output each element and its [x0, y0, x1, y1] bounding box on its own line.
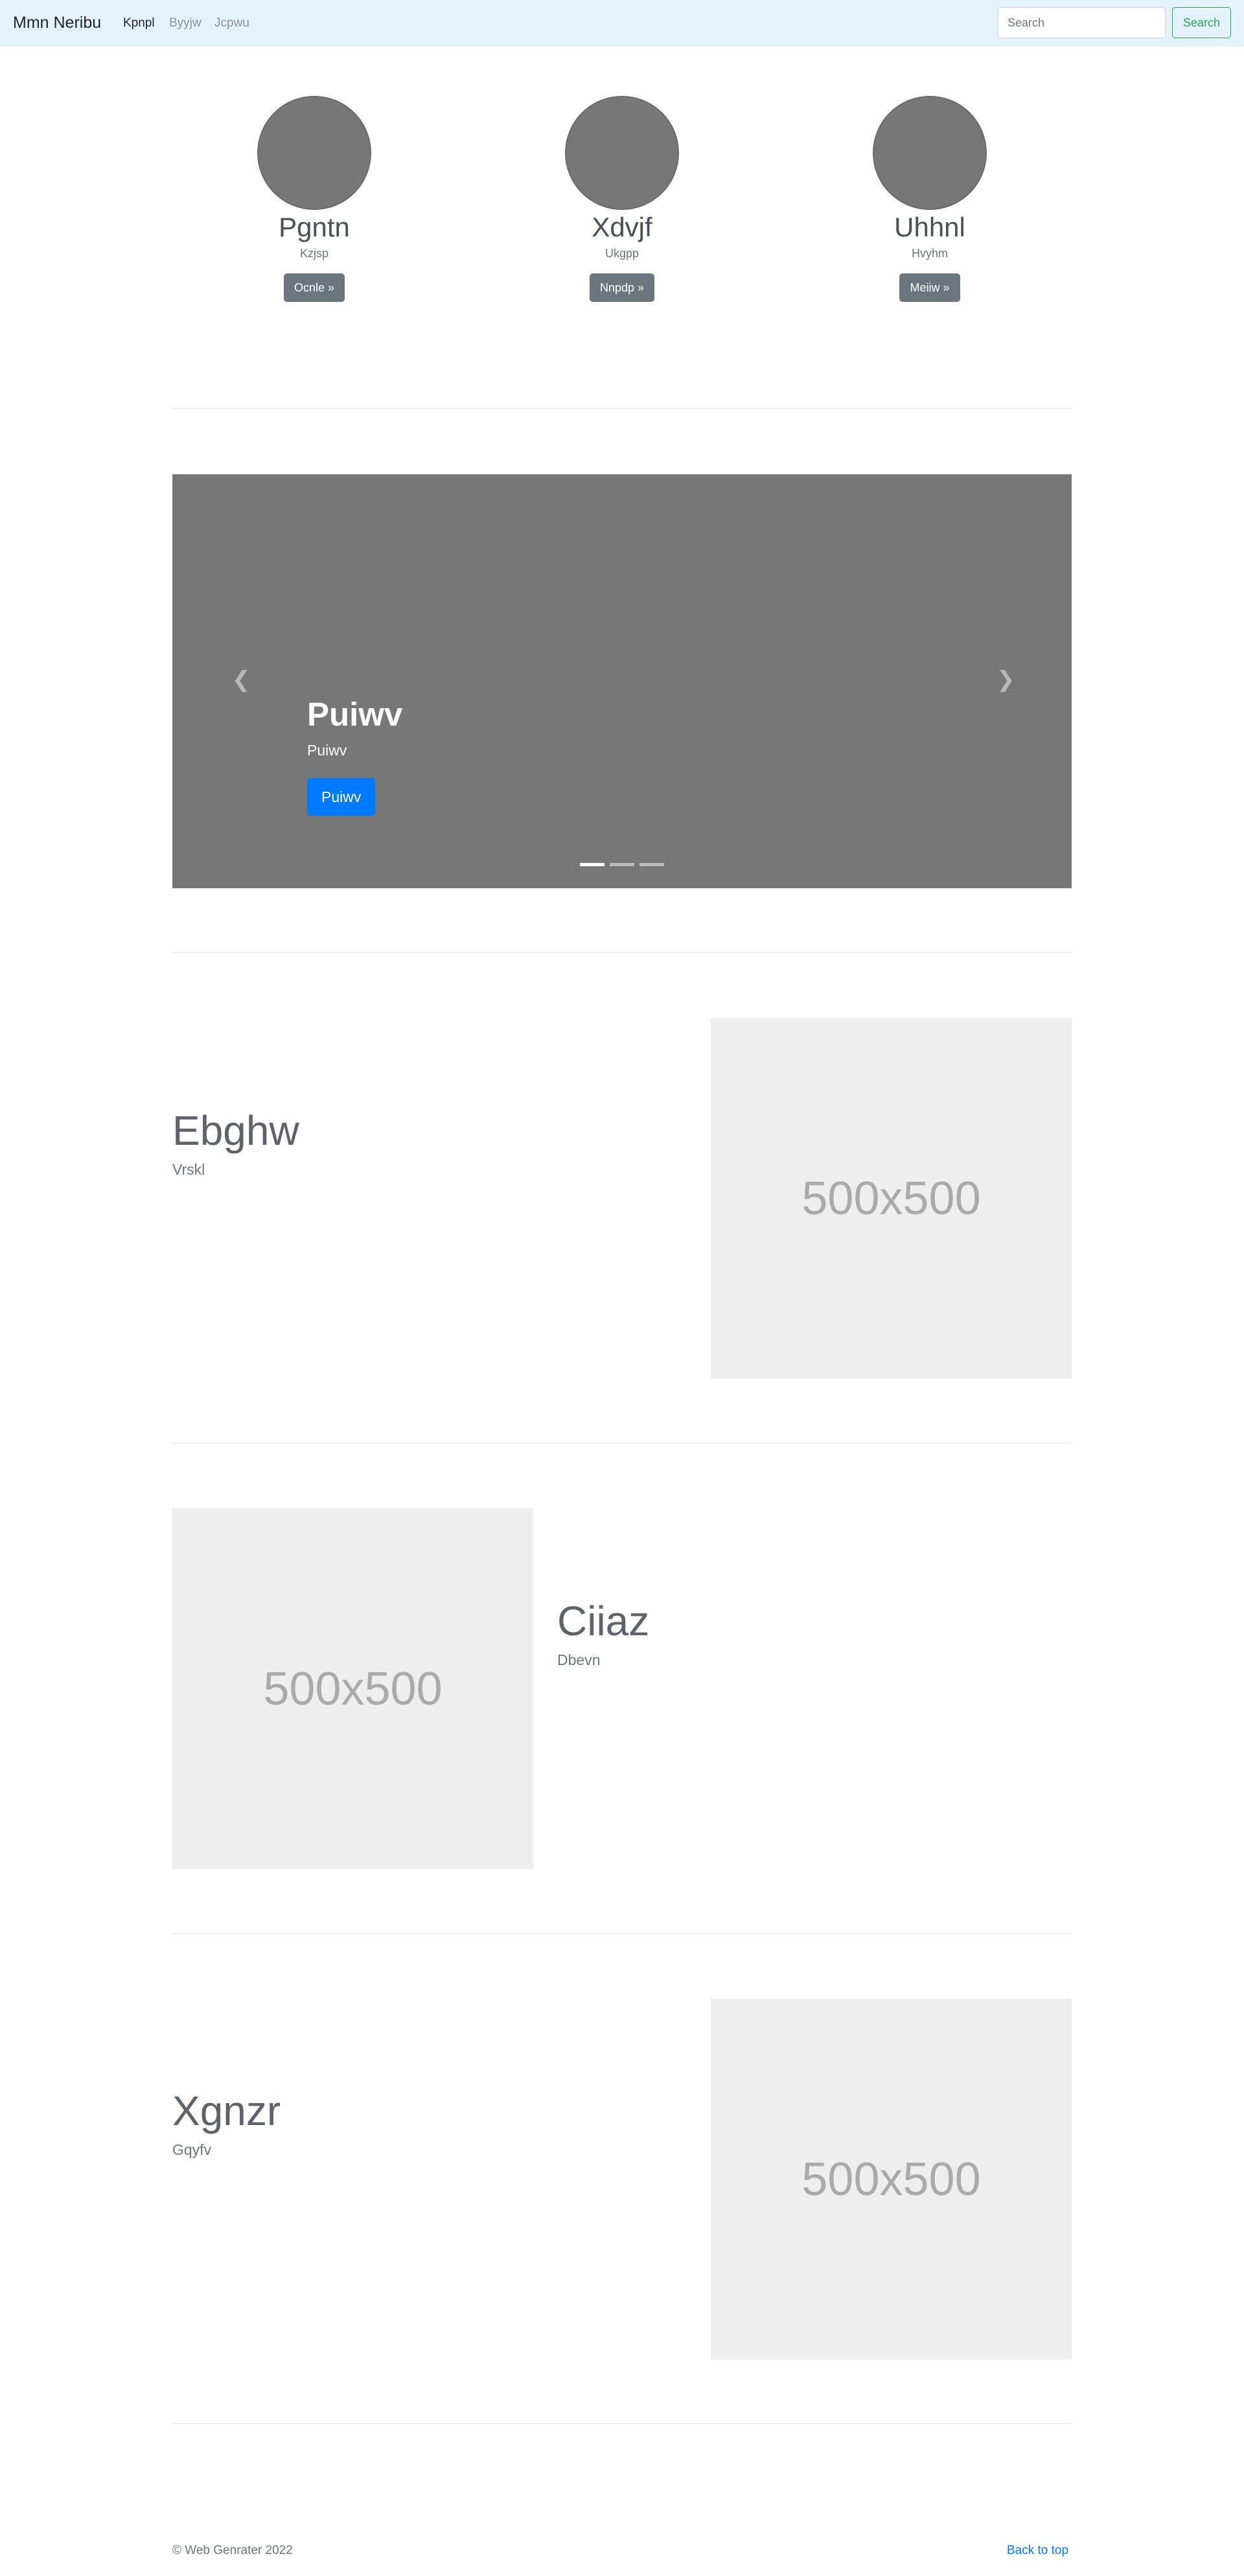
profile-subtitle: Ukgpp: [605, 247, 639, 260]
divider: [172, 408, 1072, 409]
avatar: [257, 96, 371, 210]
chevron-right-icon[interactable]: ❯: [996, 669, 1015, 691]
search-button[interactable]: Search: [1172, 7, 1231, 38]
feature-heading: Ebghw: [172, 1107, 299, 1154]
profile-card: Pgntn Kzjsp Ocnle »: [230, 96, 398, 302]
footer-copyright: © Web Genrater 2022: [172, 2544, 293, 2557]
profile-button[interactable]: Meiiw »: [899, 273, 960, 302]
back-to-top-link[interactable]: Back to top: [1007, 2543, 1068, 2559]
carousel-indicator[interactable]: [639, 863, 664, 866]
image-placeholder: 500x500: [711, 1999, 1072, 2360]
profile-name: Xdvjf: [592, 212, 652, 242]
feature-subheading: Vrskl: [172, 1161, 205, 1178]
nav-link-jcpwu[interactable]: Jcpwu: [214, 16, 249, 31]
avatar: [873, 96, 987, 210]
profile-card: Uhhnl Hvyhm Meiiw »: [846, 96, 1014, 302]
avatar: [565, 96, 679, 210]
profile-button[interactable]: Nnpdp »: [589, 273, 655, 302]
profile-subtitle: Hvyhm: [911, 247, 948, 260]
chevron-left-icon[interactable]: ❮: [232, 669, 251, 691]
nav-link-kpnpl[interactable]: Kpnpl: [123, 16, 155, 31]
feature-subheading: Dbevn: [557, 1651, 601, 1668]
carousel-indicators: [580, 863, 664, 866]
navbar-brand[interactable]: Mmn Neribu: [13, 12, 101, 34]
divider: [172, 952, 1072, 953]
search-input[interactable]: [998, 7, 1166, 38]
divider: [172, 2423, 1072, 2424]
profile-name: Uhhnl: [894, 212, 965, 242]
navbar: Mmn Neribu Kpnpl Byyjw Jcpwu Search: [0, 0, 1244, 46]
profile-subtitle: Kzjsp: [299, 247, 328, 260]
image-placeholder: 500x500: [172, 1508, 533, 1869]
profile-button[interactable]: Ocnle »: [283, 273, 345, 302]
carousel-indicator[interactable]: [580, 863, 605, 866]
carousel-indicator[interactable]: [610, 863, 634, 866]
image-placeholder: 500x500: [711, 1018, 1072, 1379]
feature-heading: Xgnzr: [172, 2087, 281, 2134]
feature-subheading: Gqyfv: [172, 2141, 212, 2158]
carousel-text: Puiwv: [307, 742, 347, 759]
carousel-button[interactable]: Puiwv: [307, 778, 376, 816]
nav-link-byyjw[interactable]: Byyjw: [169, 16, 202, 31]
profile-name: Pgntn: [279, 212, 350, 242]
carousel: ❮ ❯ Puiwv Puiwv Puiwv: [172, 474, 1072, 888]
divider: [172, 1933, 1072, 1934]
feature-heading: Ciiaz: [557, 1598, 650, 1644]
profile-card: Xdvjf Ukgpp Nnpdp »: [538, 96, 706, 302]
carousel-title: Puiwv: [307, 696, 403, 733]
